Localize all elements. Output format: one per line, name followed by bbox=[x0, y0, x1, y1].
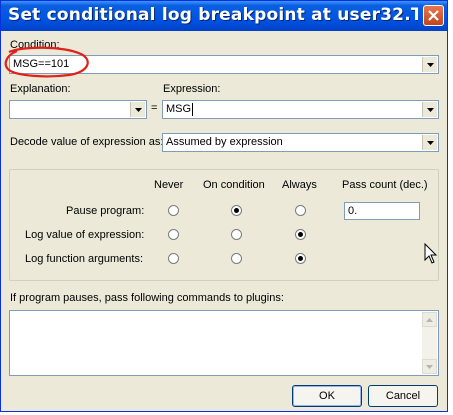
chevron-down-icon bbox=[426, 107, 434, 112]
pass-count-input[interactable]: 0. bbox=[344, 202, 420, 220]
pass-count-value: 0. bbox=[348, 205, 358, 217]
decode-select[interactable]: Assumed by expression bbox=[162, 133, 439, 152]
chevron-up-icon bbox=[426, 317, 433, 322]
equals-sign: = bbox=[151, 102, 158, 114]
chevron-down-icon bbox=[426, 62, 434, 67]
expression-combobox[interactable]: MSG bbox=[162, 100, 439, 119]
explanation-dropdown-button[interactable] bbox=[130, 102, 145, 117]
log-arguments-never-radio[interactable] bbox=[168, 253, 179, 264]
log-arguments-label: Log function arguments: bbox=[25, 253, 144, 265]
log-expression-on-condition-radio[interactable] bbox=[231, 229, 242, 240]
ok-button[interactable]: OK bbox=[292, 385, 362, 407]
log-expression-label: Log value of expression: bbox=[25, 229, 145, 241]
decode-label: Decode value of expression as: bbox=[10, 136, 164, 148]
commands-textarea[interactable] bbox=[9, 310, 439, 376]
log-expression-never-radio[interactable] bbox=[168, 229, 179, 240]
cancel-button[interactable]: Cancel bbox=[368, 385, 438, 407]
condition-combobox[interactable]: MSG==101 bbox=[9, 55, 439, 74]
header-pass-count: Pass count (dec.) bbox=[342, 179, 428, 191]
pause-on-condition-radio[interactable] bbox=[231, 205, 242, 216]
log-arguments-always-radio[interactable] bbox=[295, 253, 306, 264]
explanation-label: Explanation: bbox=[10, 83, 71, 95]
header-never: Never bbox=[154, 179, 184, 191]
pause-always-radio[interactable] bbox=[295, 205, 306, 216]
decode-dropdown-button[interactable] bbox=[422, 135, 437, 150]
commands-label: If program pauses, pass following comman… bbox=[10, 292, 284, 304]
header-on-condition: On condition bbox=[203, 179, 265, 191]
pause-program-label: Pause program: bbox=[66, 205, 145, 217]
expression-label: Expression: bbox=[163, 83, 221, 95]
expression-dropdown-button[interactable] bbox=[422, 102, 437, 117]
condition-dropdown-button[interactable] bbox=[422, 57, 437, 72]
close-icon bbox=[428, 10, 439, 21]
scroll-up-button[interactable] bbox=[422, 312, 437, 327]
scroll-down-button[interactable] bbox=[422, 359, 437, 374]
dialog-title: Set conditional log breakpoint at user32… bbox=[8, 5, 418, 25]
breakpoint-dialog: Set conditional log breakpoint at user32… bbox=[0, 0, 448, 412]
decode-value: Assumed by expression bbox=[166, 136, 283, 148]
pause-never-radio[interactable] bbox=[168, 205, 179, 216]
log-expression-always-radio[interactable] bbox=[295, 229, 306, 240]
expression-value: MSG bbox=[166, 103, 192, 115]
chevron-down-icon bbox=[134, 107, 142, 112]
explanation-combobox[interactable] bbox=[9, 100, 147, 119]
mouse-cursor-icon bbox=[424, 243, 438, 264]
condition-value: MSG==101 bbox=[13, 58, 70, 70]
chevron-down-icon bbox=[426, 364, 433, 369]
header-always: Always bbox=[282, 179, 317, 191]
chevron-down-icon bbox=[426, 140, 434, 145]
log-arguments-on-condition-radio[interactable] bbox=[231, 253, 242, 264]
commands-scrollbar[interactable] bbox=[422, 312, 437, 374]
text-cursor bbox=[192, 103, 193, 116]
close-button[interactable] bbox=[423, 5, 444, 26]
title-bar[interactable]: Set conditional log breakpoint at user32… bbox=[1, 1, 447, 31]
condition-label: Condition: bbox=[10, 39, 60, 51]
